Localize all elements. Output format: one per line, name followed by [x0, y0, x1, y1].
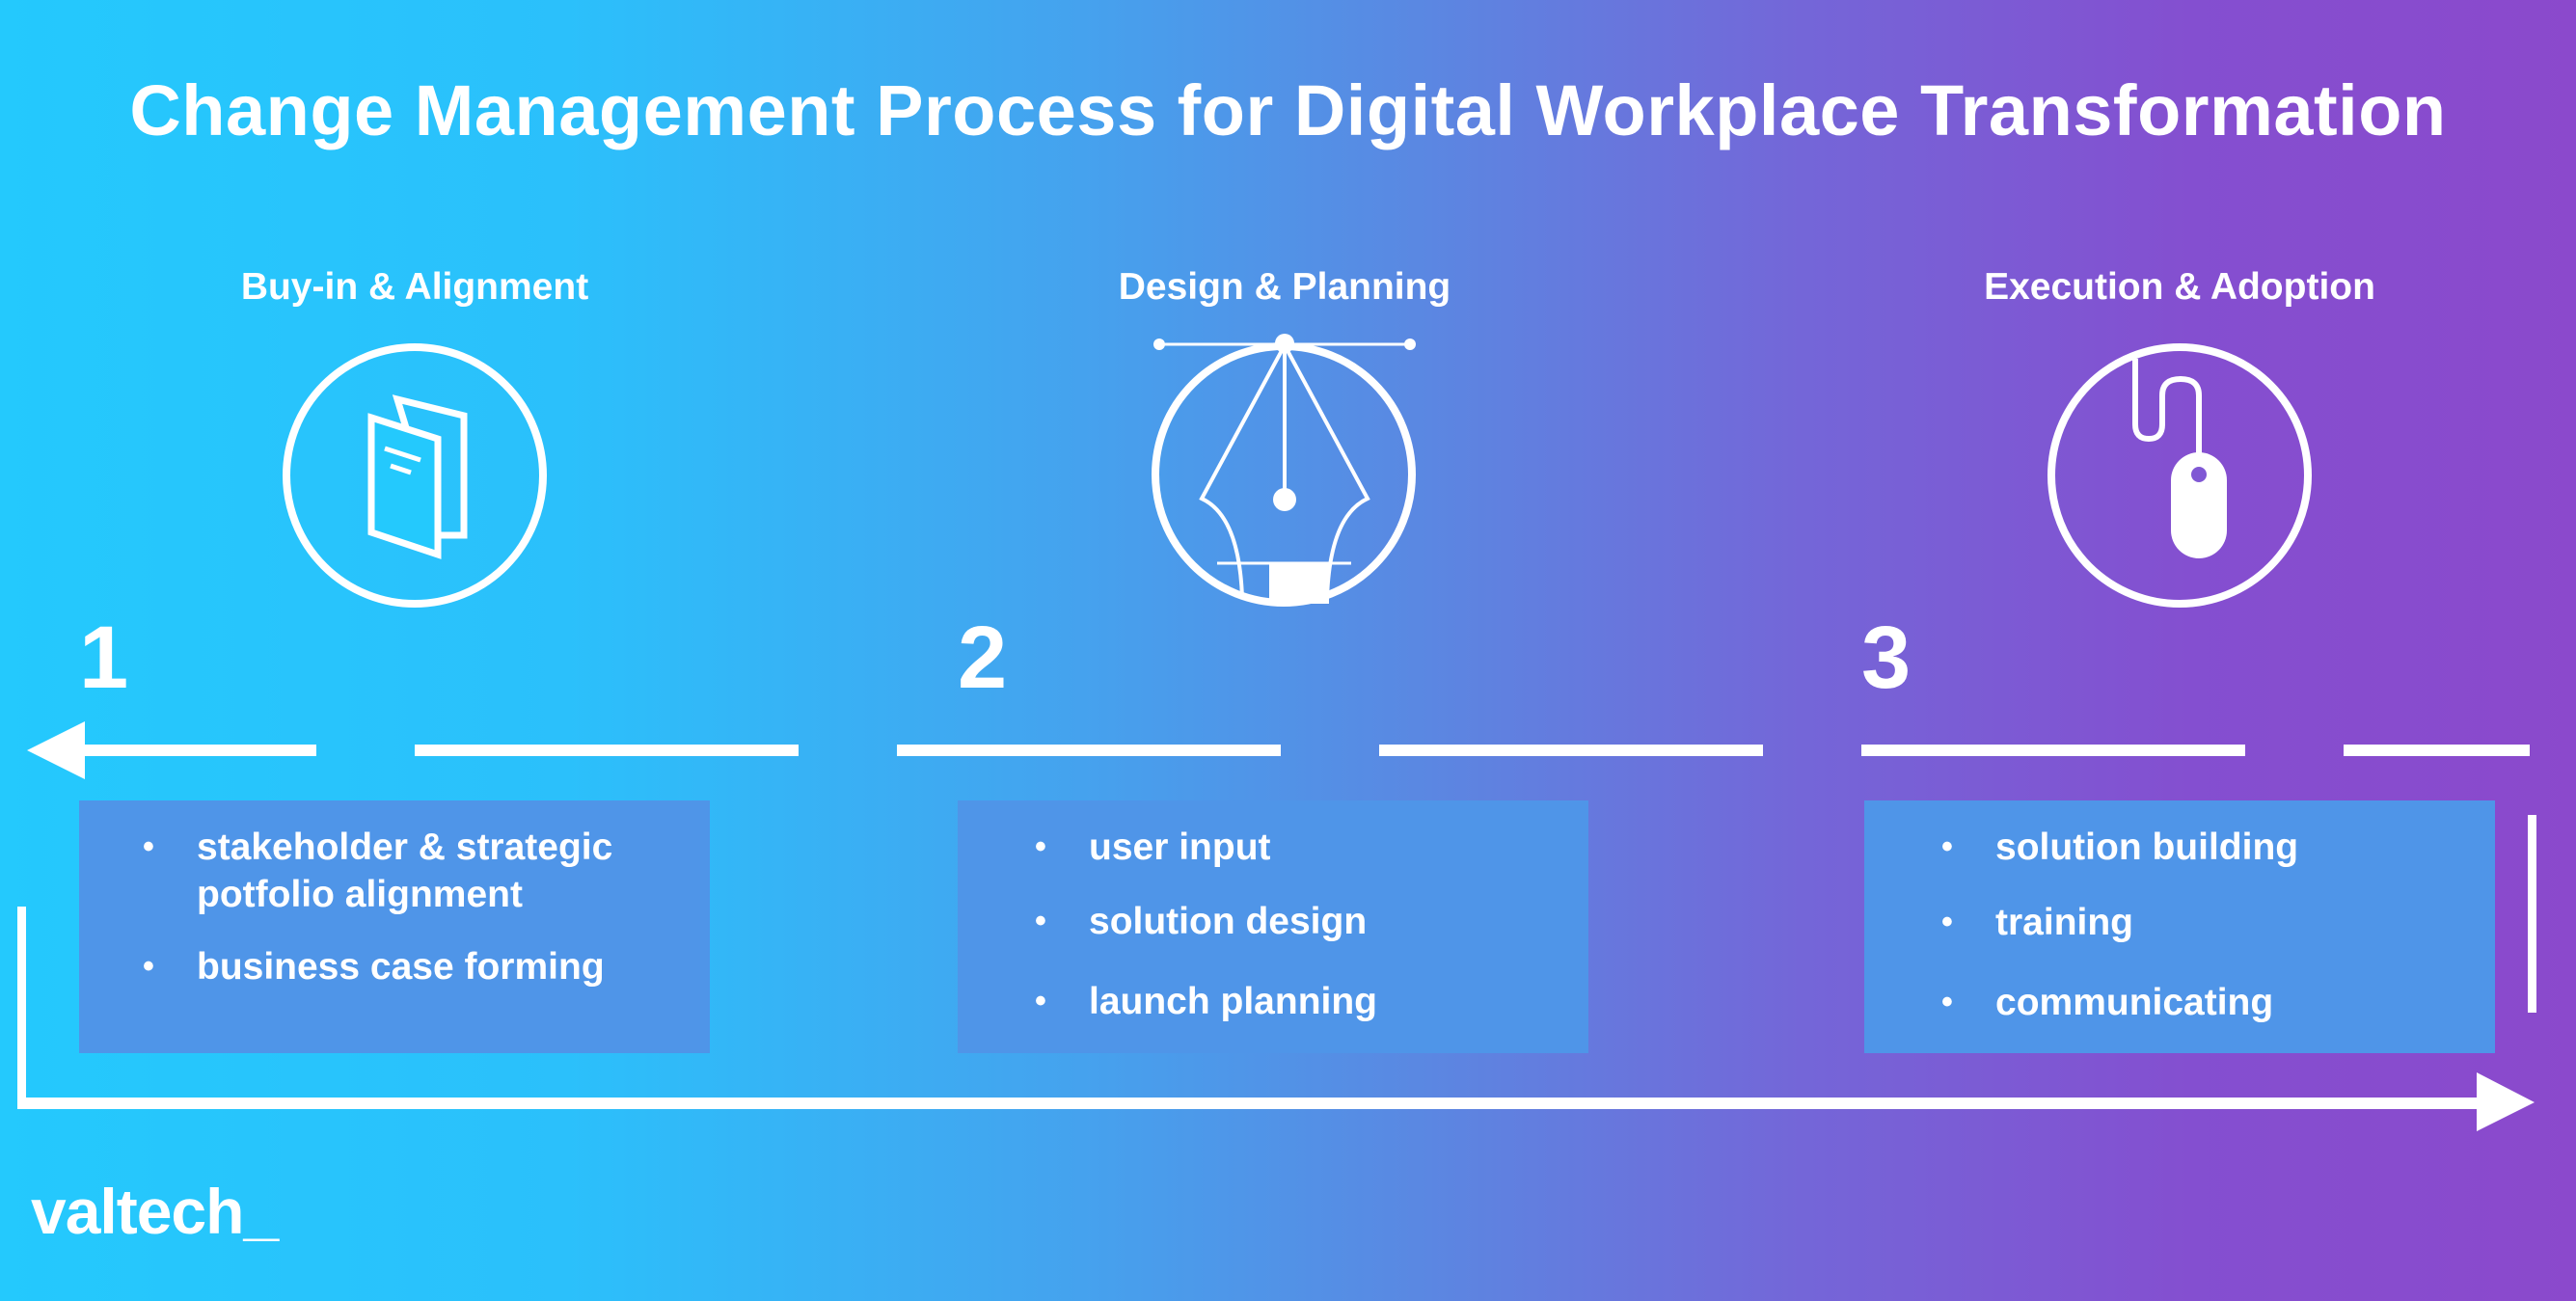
list-item-text: user input — [1089, 827, 1271, 868]
stage-3-box: • solution building • training • communi… — [1864, 800, 2495, 1053]
list-item-text: communicating — [1995, 982, 2274, 1023]
timeline-dash — [83, 745, 316, 756]
pen-tool-icon — [1152, 334, 1416, 607]
bullet-icon: • — [1035, 828, 1046, 865]
process-diagram-graphics — [17, 334, 2536, 1131]
timeline-dash — [415, 745, 799, 756]
list-item-text: stakeholder & strategic — [197, 827, 613, 868]
left-arrowhead-icon — [27, 721, 85, 779]
list-item-text: launch planning — [1089, 981, 1377, 1022]
timeline-dash — [897, 745, 1281, 756]
list-item-text: training — [1995, 902, 2133, 943]
bullet-icon: • — [1941, 904, 1953, 940]
timeline-dash — [2344, 745, 2530, 756]
list-item-text: potfolio alignment — [197, 874, 523, 915]
bullet-icon: • — [1941, 828, 1953, 865]
timeline-dash — [1861, 745, 2245, 756]
bottom-horizontal-line — [17, 1098, 2496, 1109]
mouse-icon — [2047, 343, 2312, 608]
timeline-dash — [1379, 745, 1763, 756]
stage-1-box: • stakeholder & strategic potfolio align… — [79, 800, 710, 1053]
bullet-icon: • — [143, 948, 154, 985]
right-arrowhead-icon — [2477, 1072, 2535, 1131]
stage-2-box: • user input • solution design • launch … — [958, 800, 1588, 1053]
bullet-icon: • — [1035, 983, 1046, 1019]
top-timeline — [27, 721, 2530, 779]
list-item-text: solution design — [1089, 901, 1368, 942]
bullet-icon: • — [143, 828, 154, 865]
list-item-text: business case forming — [197, 946, 605, 988]
bullet-icon: • — [1035, 903, 1046, 939]
right-vertical-line — [2528, 815, 2536, 1013]
valtech-logo: valtech_ — [31, 1176, 279, 1247]
list-item-text: solution building — [1995, 827, 2299, 868]
left-vertical-line — [17, 907, 26, 1107]
brochure-icon — [283, 343, 547, 608]
bullet-icon: • — [1941, 984, 1953, 1020]
